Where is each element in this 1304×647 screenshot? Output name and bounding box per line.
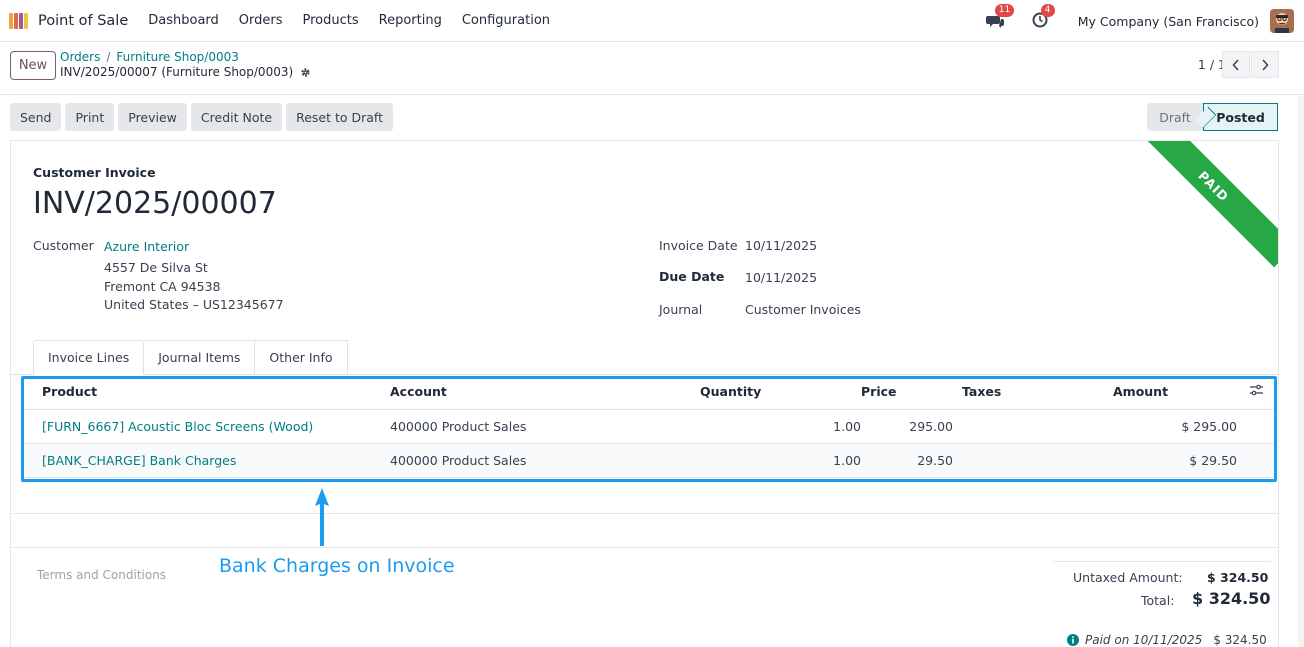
action-buttons: Send Print Preview Credit Note Reset to … bbox=[10, 103, 393, 131]
invoice-date-label: Invoice Date bbox=[659, 238, 738, 253]
print-button[interactable]: Print bbox=[65, 103, 115, 131]
gear-icon[interactable] bbox=[300, 67, 311, 78]
journal-value[interactable]: Customer Invoices bbox=[745, 302, 861, 317]
pager-previous-button[interactable] bbox=[1222, 51, 1250, 78]
menu-products[interactable]: Products bbox=[293, 13, 369, 28]
table-empty-row-divider bbox=[11, 513, 1278, 514]
menu-configuration[interactable]: Configuration bbox=[452, 13, 560, 28]
activities-badge: 4 bbox=[1040, 4, 1055, 17]
menu-orders[interactable]: Orders bbox=[229, 13, 293, 28]
invoice-number: INV/2025/00007 bbox=[33, 186, 277, 221]
control-panel: New Orders / Furniture Shop/0003 INV/2025/… bbox=[0, 42, 1304, 95]
breadcrumb-orders[interactable]: Orders bbox=[60, 50, 100, 64]
terms-and-conditions-field[interactable]: Terms and Conditions bbox=[37, 568, 166, 582]
address-line-3: United States – US12345677 bbox=[104, 297, 284, 312]
breadcrumb: Orders / Furniture Shop/0003 bbox=[60, 50, 239, 64]
record-name: INV/2025/00007 (Furniture Shop/0003) bbox=[60, 65, 294, 79]
record-title: INV/2025/00007 (Furniture Shop/0003) bbox=[60, 65, 311, 79]
totals-summary: Untaxed Amount: $ 324.50 Total: $ 324.50 bbox=[1053, 561, 1271, 608]
invoice-date-value[interactable]: 10/11/2025 bbox=[745, 238, 817, 253]
address-line-1: 4557 De Silva St bbox=[104, 260, 208, 275]
due-date-value[interactable]: 10/11/2025 bbox=[745, 270, 817, 285]
up-arrow-icon bbox=[315, 488, 329, 546]
breadcrumb-order[interactable]: Furniture Shop/0003 bbox=[116, 50, 238, 64]
top-navbar: Point of Sale Dashboard Orders Products … bbox=[0, 0, 1304, 42]
reset-to-draft-button[interactable]: Reset to Draft bbox=[286, 103, 393, 131]
untaxed-amount-value: $ 324.50 bbox=[1207, 570, 1269, 585]
untaxed-amount-label: Untaxed Amount: bbox=[1073, 570, 1183, 585]
info-icon[interactable] bbox=[1067, 634, 1079, 646]
tab-other-info[interactable]: Other Info bbox=[255, 340, 348, 375]
pager-next-button[interactable] bbox=[1251, 51, 1279, 78]
paid-amount: $ 324.50 bbox=[1213, 633, 1267, 647]
credit-note-button[interactable]: Credit Note bbox=[190, 103, 283, 131]
status-bar: Draft Posted bbox=[1147, 103, 1278, 131]
user-avatar[interactable] bbox=[1270, 9, 1294, 33]
activities-clock-icon[interactable]: 4 bbox=[1032, 4, 1055, 30]
section-divider bbox=[11, 547, 1278, 548]
chevron-right-icon bbox=[1262, 58, 1269, 71]
main-menu: Dashboard Orders Products Reporting Conf… bbox=[138, 13, 560, 28]
tab-journal-items[interactable]: Journal Items bbox=[144, 340, 256, 375]
page-scrollbar[interactable] bbox=[1298, 96, 1304, 647]
notebook-tabs: Invoice Lines Journal Items Other Info bbox=[33, 340, 348, 375]
paid-ribbon: PAID bbox=[1132, 141, 1278, 268]
new-button[interactable]: New bbox=[10, 51, 56, 80]
document-type: Customer Invoice bbox=[33, 165, 156, 180]
customer-link[interactable]: Azure Interior bbox=[104, 239, 189, 254]
menu-dashboard[interactable]: Dashboard bbox=[138, 13, 229, 28]
app-name[interactable]: Point of Sale bbox=[38, 13, 128, 29]
total-value: $ 324.50 bbox=[1192, 589, 1271, 608]
address-line-2: Fremont CA 94538 bbox=[104, 279, 221, 294]
status-draft[interactable]: Draft bbox=[1147, 103, 1203, 131]
company-switcher[interactable]: My Company (San Francisco) bbox=[1078, 14, 1259, 29]
preview-button[interactable]: Preview bbox=[118, 103, 187, 131]
paid-on-text: Paid on 10/11/2025 bbox=[1085, 633, 1203, 647]
due-date-label: Due Date bbox=[659, 269, 725, 284]
total-label: Total: bbox=[1141, 593, 1175, 608]
bank-charges-highlight-box bbox=[21, 376, 1277, 482]
send-button[interactable]: Send bbox=[10, 103, 62, 131]
payment-line: Paid on 10/11/2025 $ 324.50 bbox=[1067, 633, 1267, 647]
messages-badge: 11 bbox=[994, 4, 1015, 17]
menu-reporting[interactable]: Reporting bbox=[369, 13, 452, 28]
messages-icon[interactable]: 11 bbox=[985, 4, 1015, 30]
customer-label: Customer bbox=[33, 238, 94, 253]
annotation-label: Bank Charges on Invoice bbox=[219, 555, 455, 577]
chevron-left-icon bbox=[1232, 58, 1239, 71]
journal-label: Journal bbox=[659, 302, 703, 317]
pos-app-icon[interactable] bbox=[9, 12, 31, 29]
status-posted[interactable]: Posted bbox=[1203, 103, 1278, 131]
tab-invoice-lines[interactable]: Invoice Lines bbox=[33, 340, 145, 375]
